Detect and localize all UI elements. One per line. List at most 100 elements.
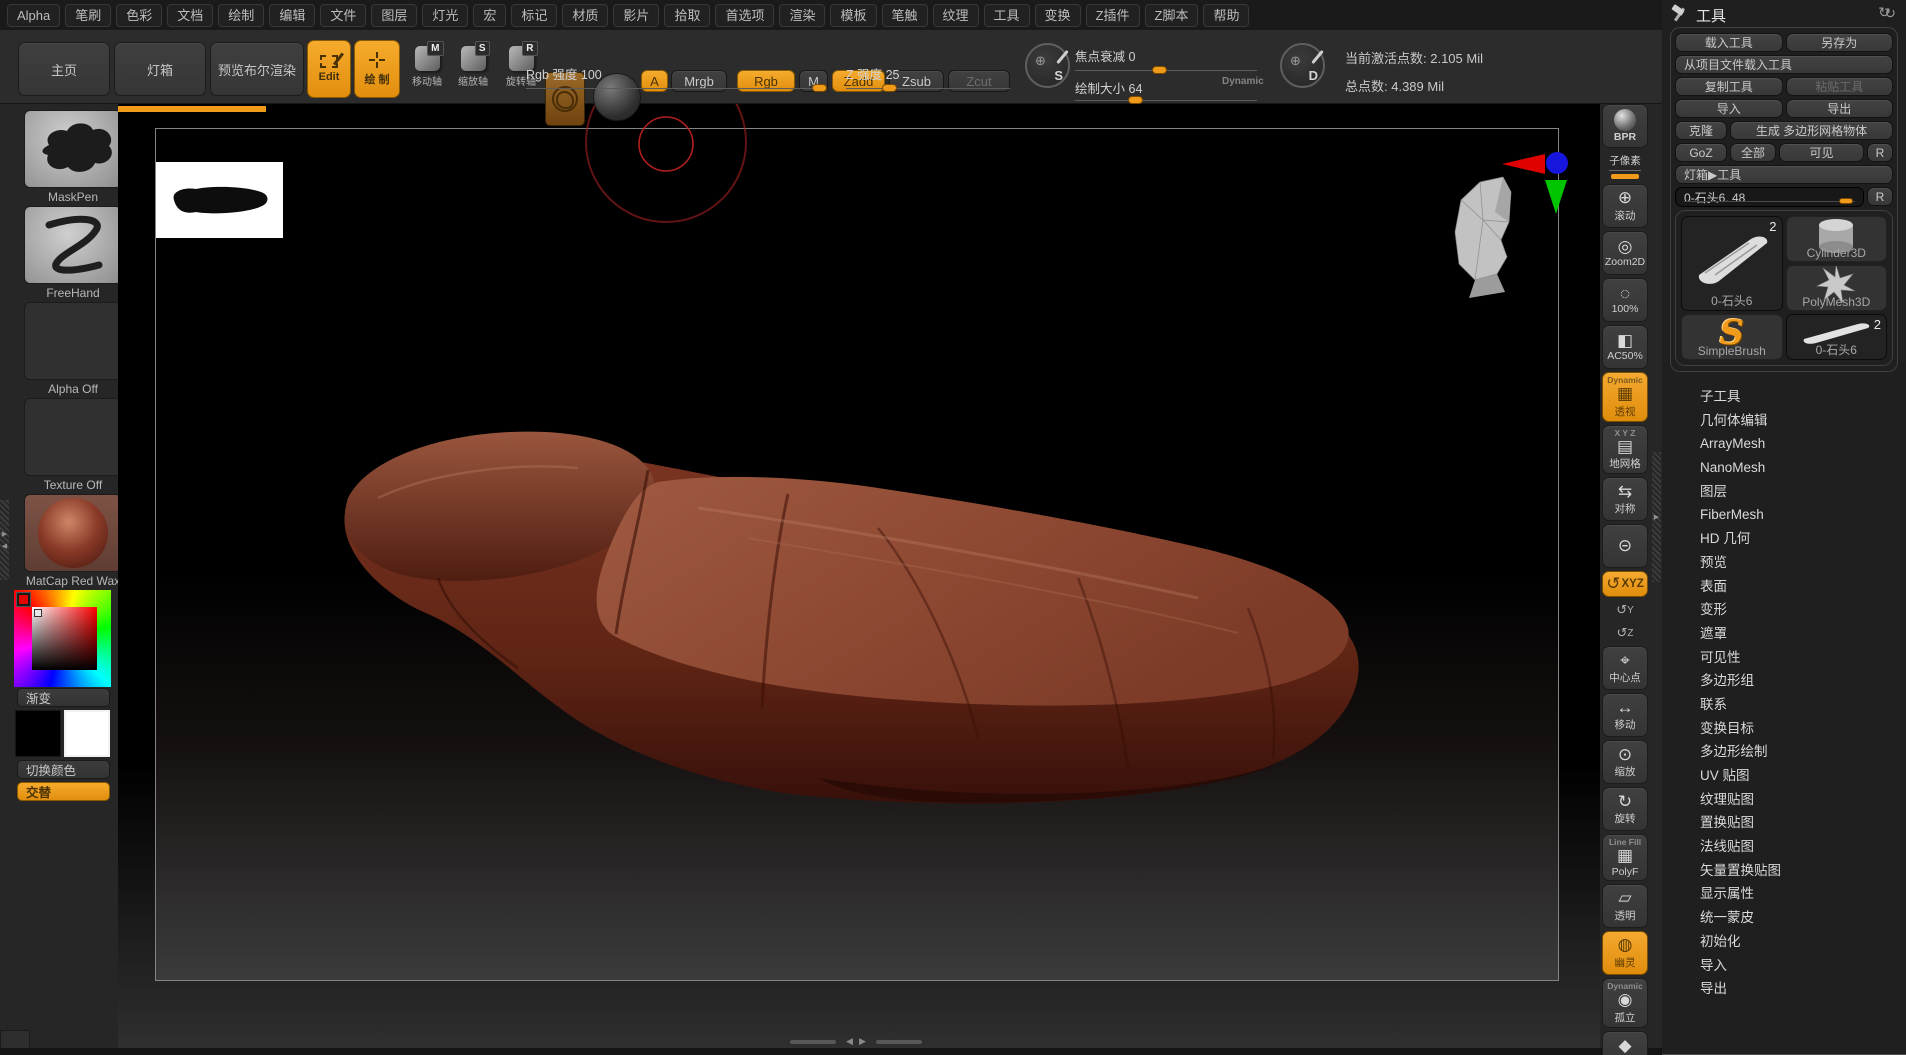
tool-panel-section[interactable]: 纹理贴图	[1662, 788, 1906, 812]
z-intensity-handle[interactable]	[882, 84, 897, 92]
focal-shift-handle[interactable]	[1152, 66, 1167, 74]
tool-panel-section[interactable]: UV 贴图	[1662, 764, 1906, 788]
z-rotate-button[interactable]: ↺ Z	[1602, 623, 1648, 643]
tool-panel-section[interactable]: 多边形绘制	[1662, 740, 1906, 764]
solo-button[interactable]: Dynamic ◉ 孤立	[1602, 978, 1648, 1028]
floor-grid-button[interactable]: X Y Z ▤ 地网格	[1602, 424, 1648, 475]
tool-panel-section[interactable]: 遮罩	[1662, 622, 1906, 646]
move-gyro-button[interactable]: M 移动轴	[408, 41, 446, 88]
goz-r-button[interactable]: R	[1867, 143, 1893, 162]
left-tray-resize-handle[interactable]: ▶ ◀	[0, 500, 9, 580]
y-axis-marker[interactable]	[1545, 180, 1567, 214]
edit-button[interactable]: Edit	[307, 40, 351, 98]
tool-panel-section[interactable]: HD 几何	[1662, 527, 1906, 551]
menu-item[interactable]: 标记	[511, 3, 558, 27]
menu-item[interactable]: 材质	[562, 3, 609, 27]
menu-item[interactable]: 笔触	[881, 3, 928, 27]
canvas-scrollbar[interactable]	[876, 1040, 922, 1044]
xpose-button[interactable]: ◆ Xpose	[1602, 1030, 1648, 1055]
home-button[interactable]: 主页	[18, 42, 110, 96]
scale-gyro-button[interactable]: S 缩放轴	[454, 41, 492, 88]
alternate-button[interactable]: 交替	[17, 782, 110, 801]
camera-lock-button[interactable]: ⊝	[1602, 524, 1648, 569]
stroke-picker-icon[interactable]: S	[1025, 43, 1070, 88]
active-tool-slider[interactable]: 0-石头6. 48	[1675, 187, 1864, 207]
preview-boolean-button[interactable]: 预览布尔渲染	[210, 42, 304, 96]
tool-panel-section[interactable]: 置换贴图	[1662, 811, 1906, 835]
transparent-button[interactable]: ▱ 透明	[1602, 884, 1648, 929]
tool-panel-section[interactable]: 初始化	[1662, 930, 1906, 954]
z-intensity-slider[interactable]	[846, 88, 1010, 89]
subpixel-button[interactable]: 子像素	[1602, 151, 1648, 181]
clone-button[interactable]: 克隆	[1675, 121, 1727, 140]
tool-panel-section[interactable]: 导出	[1662, 977, 1906, 1001]
menu-item[interactable]: 宏	[473, 3, 507, 27]
lightbox-tool-button[interactable]: 灯箱▶工具	[1675, 165, 1893, 184]
tool-panel-section[interactable]: 表面	[1662, 575, 1906, 599]
primary-color-swatch[interactable]	[64, 710, 110, 757]
scroll-right-icon[interactable]: ▶	[859, 1036, 866, 1047]
local-symmetry-button[interactable]: ⇆ 对称	[1602, 477, 1648, 522]
rgb-intensity-handle[interactable]	[812, 84, 827, 92]
load-from-project-button[interactable]: 从项目文件载入工具	[1675, 55, 1893, 74]
color-picker[interactable]	[14, 590, 111, 687]
tool-panel-section[interactable]: NanoMesh	[1662, 456, 1906, 480]
menu-item[interactable]: 色彩	[116, 3, 163, 27]
depth-picker-icon[interactable]: D	[1280, 43, 1325, 88]
menu-item[interactable]: Z脚本	[1144, 3, 1199, 27]
scroll-pan-button[interactable]: ⊕ 滚动	[1602, 184, 1648, 228]
secondary-color-swatch[interactable]	[15, 710, 61, 757]
menu-item[interactable]: 笔刷	[65, 3, 112, 27]
tool-panel-section[interactable]: 可见性	[1662, 646, 1906, 670]
zoom2d-button[interactable]: ◎ Zoom2D	[1602, 231, 1648, 275]
tool-panel-section[interactable]: 法线贴图	[1662, 835, 1906, 859]
current-brush-slot[interactable]: MaskPen	[24, 110, 122, 204]
camera-orientation-gizmo[interactable]	[1445, 150, 1575, 305]
menu-item[interactable]: 拾取	[664, 3, 711, 27]
panel-resize-handle[interactable]: ▶	[1652, 452, 1661, 582]
goz-visible-button[interactable]: 可见	[1779, 143, 1864, 162]
slider-handle[interactable]	[1839, 198, 1853, 204]
menu-item[interactable]: 影片	[613, 3, 660, 27]
antialias-half-button[interactable]: ◧ AC50%	[1602, 325, 1648, 369]
bpr-render-button[interactable]: BPR	[1602, 104, 1648, 148]
session-refresh-icon[interactable]: ↻	[1884, 5, 1896, 22]
menu-item[interactable]: 渲染	[779, 3, 826, 27]
tool-tile-cylinder3d[interactable]: Cylinder3D	[1785, 216, 1887, 262]
actual-size-button[interactable]: ◌ 100%	[1602, 278, 1648, 322]
gradient-button[interactable]: 渐变	[17, 688, 110, 707]
export-button[interactable]: 导出	[1785, 99, 1893, 118]
scale-canvas-button[interactable]: ⊙ 缩放	[1602, 740, 1648, 785]
tool-tile-polymesh3d[interactable]: PolyMesh3D	[1785, 265, 1887, 311]
save-as-button[interactable]: 另存为	[1785, 33, 1893, 52]
goz-all-button[interactable]: 全部	[1730, 143, 1776, 162]
tool-tile-rock2[interactable]: 2 0-石头6	[1785, 314, 1887, 360]
tool-panel-section[interactable]: 预览	[1662, 551, 1906, 575]
scroll-left-icon[interactable]: ◀	[846, 1036, 853, 1047]
tool-panel-section[interactable]: FiberMesh	[1662, 503, 1906, 527]
menu-item[interactable]: 工具	[983, 3, 1030, 27]
tool-panel-section[interactable]: 多边形组	[1662, 669, 1906, 693]
draw-size-handle[interactable]	[1128, 96, 1143, 104]
menu-item[interactable]: 编辑	[269, 3, 316, 27]
tool-panel-section[interactable]: 几何体编辑	[1662, 409, 1906, 433]
y-rotate-button[interactable]: ↺ Y	[1602, 600, 1648, 620]
current-texture-slot[interactable]: Texture Off	[24, 398, 122, 492]
make-polymesh-button[interactable]: 生成 多边形网格物体	[1730, 121, 1893, 140]
menu-item[interactable]: 纹理	[932, 3, 979, 27]
frame-center-button[interactable]: ⌖ 中心点	[1602, 646, 1648, 691]
tool-panel-section[interactable]: 子工具	[1662, 385, 1906, 409]
tool-panel-section[interactable]: 联系	[1662, 693, 1906, 717]
polyframe-button[interactable]: Line Fill ▦ PolyF	[1602, 834, 1648, 882]
paste-tool-button[interactable]: 粘贴工具	[1785, 77, 1893, 96]
menu-item[interactable]: 绘制	[218, 3, 265, 27]
copy-tool-button[interactable]: 复制工具	[1675, 77, 1783, 96]
menu-item[interactable]: 图层	[371, 3, 418, 27]
tool-panel-section[interactable]: ArrayMesh	[1662, 432, 1906, 456]
rock-model[interactable]	[318, 378, 1378, 818]
import-button[interactable]: 导入	[1675, 99, 1783, 118]
menu-item[interactable]: 首选项	[715, 3, 775, 27]
tool-panel-section[interactable]: 图层	[1662, 480, 1906, 504]
menu-item[interactable]: 文件	[320, 3, 367, 27]
menu-item[interactable]: 文档	[167, 3, 214, 27]
